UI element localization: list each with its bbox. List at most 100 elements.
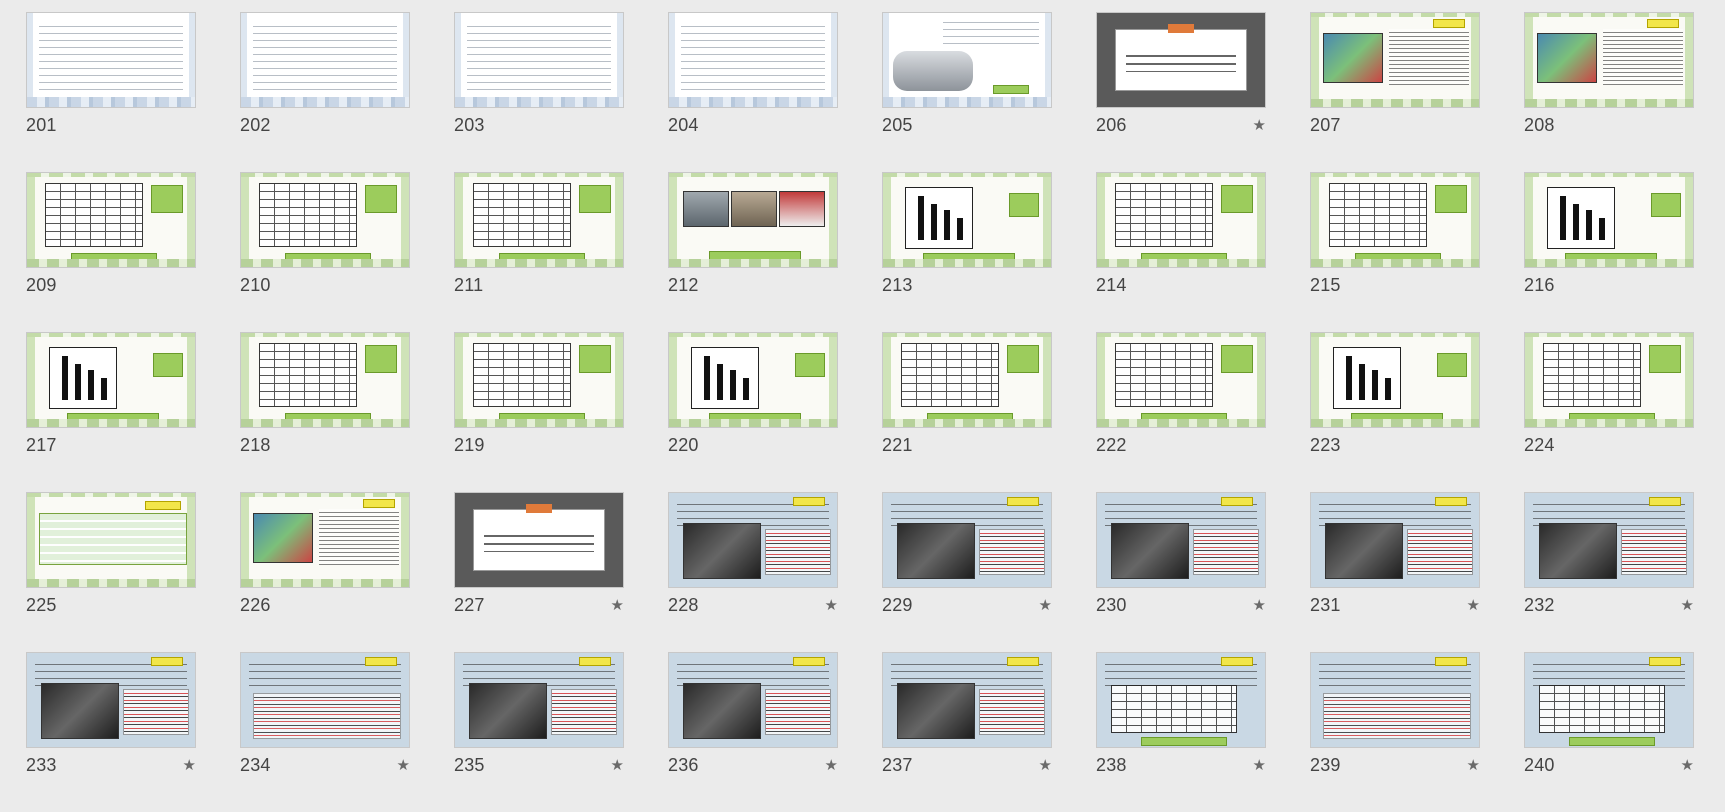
slide-thumbnail[interactable] [1524,12,1694,108]
slide-thumbnail[interactable] [240,652,410,748]
slide-item[interactable]: 218 [240,332,410,492]
slide-thumbnail[interactable] [454,492,624,588]
slide-thumbnail[interactable] [1524,652,1694,748]
slide-item[interactable]: 219 [454,332,624,492]
header-label [793,657,825,666]
slide-item[interactable]: 237 ★ [882,652,1052,812]
slide-thumbnail[interactable] [1310,332,1480,428]
slide-thumbnail[interactable] [882,172,1052,268]
slide-item[interactable]: 236 ★ [668,652,838,812]
slide-item[interactable]: 206 ★ [1096,12,1266,172]
slide-item[interactable]: 201 [26,12,196,172]
slide-thumbnail[interactable] [882,652,1052,748]
slide-number: 210 [240,275,271,295]
caption-label [1351,413,1443,422]
slide-item[interactable]: 230 ★ [1096,492,1266,652]
slide-thumbnail[interactable] [1096,652,1266,748]
slide-item[interactable]: 235 ★ [454,652,624,812]
slide-item[interactable]: 231 ★ [1310,492,1480,652]
animation-star-icon: ★ [1252,597,1266,614]
slide-item[interactable]: 215 [1310,172,1480,332]
slide-item[interactable]: 234 ★ [240,652,410,812]
slide-thumbnail[interactable] [454,172,624,268]
slide-number: 216 [1524,275,1555,295]
side-label [365,185,397,213]
slide-thumbnail[interactable] [668,652,838,748]
title-lines [1126,52,1236,72]
slide-thumbnail[interactable] [1524,492,1694,588]
slide-photo [253,513,313,563]
slide-item[interactable]: 232 ★ [1524,492,1694,652]
slide-thumbnail[interactable] [1524,332,1694,428]
slide-thumbnail[interactable] [882,332,1052,428]
slide-thumbnail[interactable] [1310,12,1480,108]
slide-number: 224 [1524,435,1555,455]
header-label [1007,657,1039,666]
slide-item[interactable]: 208 [1524,12,1694,172]
slide-thumbnail[interactable] [1310,172,1480,268]
slide-item[interactable]: 214 [1096,172,1266,332]
slide-thumbnail[interactable] [26,492,196,588]
text-lines [943,19,1039,45]
slide-thumbnail[interactable] [1096,492,1266,588]
slide-item[interactable]: 239 ★ [1310,652,1480,812]
slide-thumbnail[interactable] [1524,172,1694,268]
side-label [1221,345,1253,373]
slide-thumbnail[interactable] [240,492,410,588]
slide-thumbnail[interactable] [668,12,838,108]
slide-thumbnail[interactable] [26,652,196,748]
slide-item[interactable]: 222 [1096,332,1266,492]
slide-item[interactable]: 217 [26,332,196,492]
slide-item[interactable]: 240 ★ [1524,652,1694,812]
slide-thumbnail[interactable] [26,12,196,108]
slide-thumbnail[interactable] [1096,172,1266,268]
slide-thumbnail[interactable] [454,332,624,428]
side-label [1651,193,1681,217]
slide-thumbnail[interactable] [1310,652,1480,748]
slide-item[interactable]: 202 [240,12,410,172]
slide-item[interactable]: 212 [668,172,838,332]
slide-item[interactable]: 207 [1310,12,1480,172]
slide-item[interactable]: 228 ★ [668,492,838,652]
text-block [765,689,831,735]
slide-item[interactable]: 211 [454,172,624,332]
machine-image [893,51,973,91]
slide-thumbnail[interactable] [1096,12,1266,108]
slide-item[interactable]: 203 [454,12,624,172]
slide-item[interactable]: 238 ★ [1096,652,1266,812]
slide-item[interactable]: 221 [882,332,1052,492]
slide-item[interactable]: 229 ★ [882,492,1052,652]
slide-thumbnail[interactable] [454,12,624,108]
slide-item[interactable]: 226 [240,492,410,652]
slide-item[interactable]: 210 [240,172,410,332]
side-label [579,345,611,373]
slide-thumbnail[interactable] [240,12,410,108]
slide-thumbnail[interactable] [26,332,196,428]
slide-thumbnail[interactable] [1310,492,1480,588]
slide-item[interactable]: 220 [668,332,838,492]
slide-item[interactable]: 216 [1524,172,1694,332]
slide-thumbnail[interactable] [668,172,838,268]
slide-photo [897,683,975,739]
animation-star-icon: ★ [1038,597,1052,614]
slide-thumbnail[interactable] [882,12,1052,108]
slide-item[interactable]: 209 [26,172,196,332]
slide-item[interactable]: 224 [1524,332,1694,492]
slide-thumbnail[interactable] [668,332,838,428]
slide-thumbnail[interactable] [240,332,410,428]
slide-thumbnail[interactable] [882,492,1052,588]
caption-label [499,253,585,262]
slide-thumbnail[interactable] [454,652,624,748]
slide-item[interactable]: 205 [882,12,1052,172]
slide-item[interactable]: 204 [668,12,838,172]
slide-item[interactable]: 213 [882,172,1052,332]
slide-item[interactable]: 223 [1310,332,1480,492]
slide-thumbnail[interactable] [1096,332,1266,428]
slide-thumbnail[interactable] [26,172,196,268]
slide-thumbnail[interactable] [240,172,410,268]
slide-item[interactable]: 227 ★ [454,492,624,652]
slide-number: 212 [668,275,699,295]
slide-thumbnail[interactable] [668,492,838,588]
slide-item[interactable]: 233 ★ [26,652,196,812]
slide-item[interactable]: 225 [26,492,196,652]
